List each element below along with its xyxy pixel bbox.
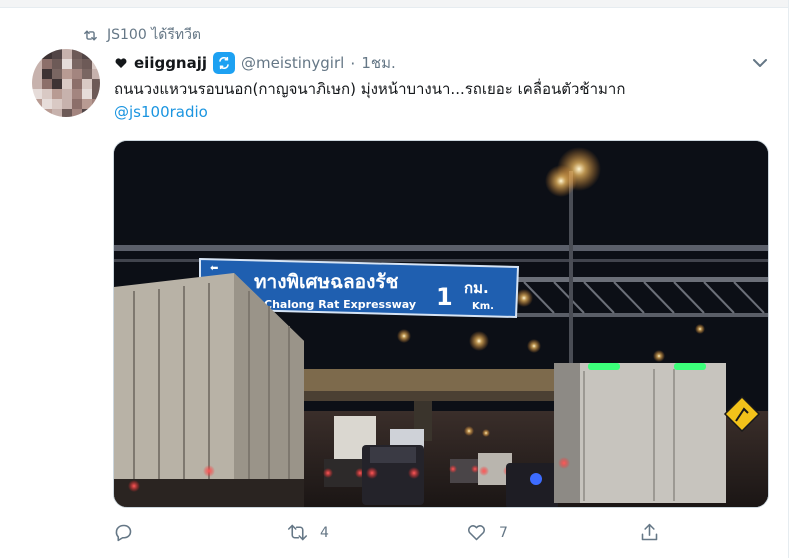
avatar-pixel (92, 79, 100, 89)
avatar-pixel (32, 59, 42, 69)
avatar-pixel (62, 69, 72, 79)
sign-distance-text: 1 (436, 283, 453, 311)
sign-thai-text: ทางพิเศษฉลองรัช (254, 271, 399, 293)
avatar-pixel (52, 99, 62, 109)
display-name[interactable]: eiiggnajj (134, 54, 207, 72)
avatar-pixel (52, 59, 62, 69)
user-handle[interactable]: @meistinygirl (241, 54, 344, 72)
right-divider (788, 0, 800, 558)
avatar-pixel (42, 99, 52, 109)
avatar-pixel (92, 69, 100, 79)
avatar-pixel (72, 79, 82, 89)
share-action[interactable] (639, 522, 660, 543)
heart-emoji-icon (115, 58, 127, 68)
avatar-pixel (72, 69, 82, 79)
share-icon (641, 523, 658, 541)
avatar-pixel (42, 109, 52, 117)
verified-badge-icon (213, 52, 236, 74)
tweet-actions: 4 7 (113, 522, 673, 550)
avatar-pixel (92, 59, 100, 69)
avatar-pixel (42, 79, 52, 89)
avatar-pixel (82, 109, 92, 117)
avatar-pixel (82, 59, 92, 69)
avatar-pixel (32, 109, 42, 117)
avatar-pixel (62, 79, 72, 89)
avatar-pixel (72, 59, 82, 69)
avatar-pixel (32, 99, 42, 109)
tweet-header: eiiggnajj @meistinygirl · 1ชม. (114, 51, 396, 75)
avatar-pixel (82, 79, 92, 89)
avatar-pixel (92, 99, 100, 109)
avatar-pixel (42, 89, 52, 99)
photo-scene: ⬅ ทางพิเศษฉลองรัช Chalong Rat Expressway… (114, 141, 768, 507)
avatar-pixel (52, 89, 62, 99)
timestamp[interactable]: 1ชม. (361, 51, 395, 75)
tweet-photo[interactable]: ⬅ ทางพิเศษฉลองรัช Chalong Rat Expressway… (113, 140, 769, 508)
avatar-pixel (52, 109, 62, 117)
sign-unit-thai-text: กม. (464, 279, 489, 297)
mention-link[interactable]: @js100radio (114, 101, 625, 124)
avatar-pixel (42, 59, 52, 69)
avatar-pixel (82, 49, 92, 59)
reply-action[interactable] (113, 522, 146, 543)
avatar-pixel (62, 59, 72, 69)
avatar-pixel (32, 69, 42, 79)
avatar-pixel (72, 89, 82, 99)
avatar-pixel (52, 79, 62, 89)
avatar-pixel (82, 99, 92, 109)
tweet-text: ถนนวงแหวนรอบนอก(กาญจนาภิเษก) มุ่งหน้าบาง… (114, 78, 625, 124)
avatar-pixel (52, 49, 62, 59)
chevron-down-icon[interactable] (750, 53, 770, 73)
avatar-pixel (42, 49, 52, 59)
separator-dot: · (350, 53, 356, 73)
avatar-pixel (82, 69, 92, 79)
sign-english-text: Chalong Rat Expressway (264, 298, 416, 311)
avatar-pixel (32, 49, 42, 59)
avatar-pixel (62, 109, 72, 117)
retweet-icon (84, 30, 97, 40)
avatar-pixel (72, 49, 82, 59)
avatar-pixel (32, 79, 42, 89)
avatar-pixel (72, 99, 82, 109)
heart-icon (468, 525, 485, 541)
avatar-pixel (52, 69, 62, 79)
retweet-context[interactable]: JS100 ได้รีทวีต (82, 24, 201, 46)
avatar-pixel (42, 69, 52, 79)
sign-unit-english-text: Km. (472, 301, 494, 312)
avatar-pixel (62, 49, 72, 59)
avatar-pixel (62, 89, 72, 99)
retweet-action[interactable]: 4 (287, 522, 329, 543)
svg-text:⬅: ⬅ (210, 263, 218, 274)
retweet-label: JS100 ได้รีทวีต (107, 27, 202, 43)
top-divider (0, 0, 800, 8)
avatar-pixel (62, 99, 72, 109)
retweet-icon (287, 524, 308, 541)
avatar-pixel (92, 89, 100, 99)
avatar-pixel (92, 49, 100, 59)
like-action[interactable]: 7 (466, 522, 508, 543)
like-count: 7 (499, 524, 508, 541)
retweet-count: 4 (320, 524, 329, 541)
tweet-body: ถนนวงแหวนรอบนอก(กาญจนาภิเษก) มุ่งหน้าบาง… (114, 80, 626, 98)
avatar-pixel (92, 109, 100, 117)
avatar-pixel (82, 89, 92, 99)
reply-icon (115, 524, 132, 542)
avatar-pixel (32, 89, 42, 99)
avatar-pixel (72, 109, 82, 117)
avatar[interactable] (32, 49, 100, 117)
